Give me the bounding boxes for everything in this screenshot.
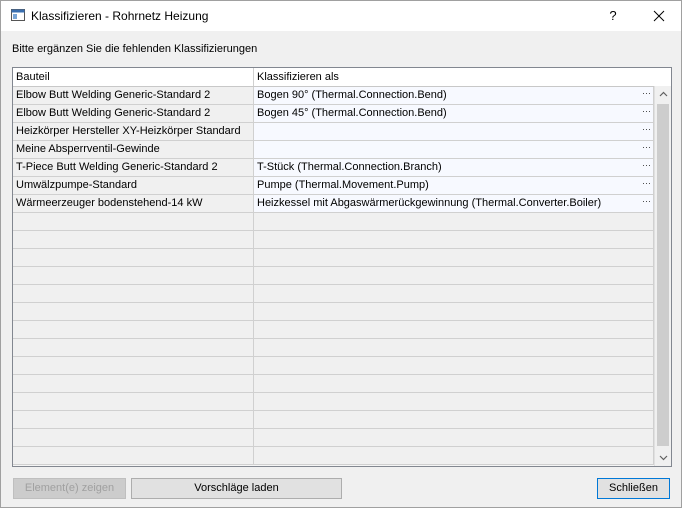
empty-cell xyxy=(254,267,654,285)
empty-cell xyxy=(254,249,654,267)
bauteil-cell[interactable]: Elbow Butt Welding Generic-Standard 2 xyxy=(13,105,254,123)
classification-cell[interactable]: Bogen 90° (Thermal.Connection.Bend) ··· xyxy=(254,87,654,105)
table-row[interactable]: Elbow Butt Welding Generic-Standard 2 Bog… xyxy=(13,87,654,105)
empty-cell xyxy=(254,393,654,411)
browse-classification-button[interactable]: ··· xyxy=(641,88,652,103)
classification-cell[interactable]: Bogen 45° (Thermal.Connection.Bend) ··· xyxy=(254,105,654,123)
empty-row xyxy=(13,375,654,393)
dialog-icon xyxy=(11,9,25,21)
classification-cell[interactable]: Heizkessel mit Abgaswärmerückgewinnung (… xyxy=(254,195,654,213)
browse-classification-button[interactable]: ··· xyxy=(641,106,652,121)
header-corner xyxy=(654,68,671,87)
column-header-bauteil[interactable]: Bauteil xyxy=(13,68,254,86)
empty-cell xyxy=(254,321,654,339)
empty-cell xyxy=(13,285,254,303)
table-row[interactable]: T-Piece Butt Welding Generic-Standard 2T… xyxy=(13,159,654,177)
empty-cell xyxy=(13,231,254,249)
empty-row xyxy=(13,321,654,339)
table-row[interactable]: Umwälzpumpe-Standard Pumpe (Thermal.Movem… xyxy=(13,177,654,195)
window-title: Klassifizieren - Rohrnetz Heizung xyxy=(31,9,209,23)
browse-classification-button[interactable]: ··· xyxy=(641,142,652,157)
classification-cell[interactable]: ··· xyxy=(254,141,654,159)
empty-cell xyxy=(254,411,654,429)
empty-cell xyxy=(13,411,254,429)
chevron-up-icon xyxy=(659,91,668,97)
scroll-up-button[interactable] xyxy=(655,86,671,103)
empty-row xyxy=(13,303,654,321)
help-button[interactable]: ? xyxy=(601,5,625,27)
empty-cell xyxy=(254,339,654,357)
empty-row xyxy=(13,249,654,267)
classification-cell[interactable]: ··· xyxy=(254,123,654,141)
empty-row xyxy=(13,231,654,249)
bauteil-cell[interactable]: Wärmeerzeuger bodenstehend-14 kW xyxy=(13,195,254,213)
classification-value: Bogen 90° (Thermal.Connection.Bend) xyxy=(257,89,447,101)
empty-cell xyxy=(13,375,254,393)
empty-row xyxy=(13,267,654,285)
table-row[interactable]: Wärmeerzeuger bodenstehend-14 kW Heizkess… xyxy=(13,195,654,213)
empty-cell xyxy=(254,447,654,465)
vertical-scrollbar[interactable] xyxy=(654,86,671,466)
empty-cell xyxy=(254,375,654,393)
empty-row xyxy=(13,213,654,231)
table-row[interactable]: Heizkörper Hersteller XY-Heizkörper Stan… xyxy=(13,123,654,141)
empty-cell xyxy=(254,303,654,321)
empty-cell xyxy=(13,357,254,375)
classification-value: Bogen 45° (Thermal.Connection.Bend) xyxy=(257,107,447,119)
grid-header: Bauteil Klassifizieren als xyxy=(13,68,654,87)
empty-cell xyxy=(13,213,254,231)
classification-value: T-Stück (Thermal.Connection.Branch) xyxy=(257,161,442,173)
empty-cell xyxy=(254,285,654,303)
empty-row xyxy=(13,411,654,429)
empty-cell xyxy=(254,213,654,231)
scroll-down-button[interactable] xyxy=(655,449,671,466)
empty-cell xyxy=(254,231,654,249)
classification-value: Pumpe (Thermal.Movement.Pump) xyxy=(257,179,429,191)
empty-cell xyxy=(13,303,254,321)
empty-cell xyxy=(13,429,254,447)
empty-row xyxy=(13,285,654,303)
title-bar: Klassifizieren - Rohrnetz Heizung ? xyxy=(1,1,681,31)
classification-cell[interactable]: T-Stück (Thermal.Connection.Branch) ··· xyxy=(254,159,654,177)
close-window-button[interactable] xyxy=(641,3,677,29)
empty-row xyxy=(13,429,654,447)
empty-cell xyxy=(13,339,254,357)
close-button[interactable]: Schließen xyxy=(597,478,670,499)
empty-cell xyxy=(13,267,254,285)
empty-cell xyxy=(254,429,654,447)
bauteil-cell[interactable]: Heizkörper Hersteller XY-Heizkörper Stan… xyxy=(13,123,254,141)
browse-classification-button[interactable]: ··· xyxy=(641,178,652,193)
show-elements-button[interactable]: Element(e) zeigen xyxy=(13,478,126,499)
classification-grid[interactable]: Bauteil Klassifizieren als Elbow Butt We… xyxy=(12,67,672,467)
empty-cell xyxy=(13,249,254,267)
classify-dialog: Klassifizieren - Rohrnetz Heizung ? Bitt… xyxy=(0,0,682,508)
table-row[interactable]: Meine Absperrventil-Gewinde ··· xyxy=(13,141,654,159)
bauteil-cell[interactable]: T-Piece Butt Welding Generic-Standard 2 xyxy=(13,159,254,177)
empty-row xyxy=(13,357,654,375)
load-suggestions-button[interactable]: Vorschläge laden xyxy=(131,478,342,499)
empty-cell xyxy=(13,447,254,465)
empty-row xyxy=(13,447,654,465)
bauteil-cell[interactable]: Meine Absperrventil-Gewinde xyxy=(13,141,254,159)
instruction-text: Bitte ergänzen Sie die fehlenden Klassif… xyxy=(12,43,258,55)
browse-classification-button[interactable]: ··· xyxy=(641,160,652,175)
classification-value: Heizkessel mit Abgaswärmerückgewinnung (… xyxy=(257,197,602,209)
browse-classification-button[interactable]: ··· xyxy=(641,196,652,211)
chevron-down-icon xyxy=(659,455,668,461)
classification-cell[interactable]: Pumpe (Thermal.Movement.Pump) ··· xyxy=(254,177,654,195)
browse-classification-button[interactable]: ··· xyxy=(641,124,652,139)
close-icon xyxy=(653,10,665,22)
table-row[interactable]: Elbow Butt Welding Generic-Standard 2 Bog… xyxy=(13,105,654,123)
scroll-thumb[interactable] xyxy=(657,104,669,446)
bauteil-cell[interactable]: Umwälzpumpe-Standard xyxy=(13,177,254,195)
empty-row xyxy=(13,393,654,411)
empty-cell xyxy=(13,393,254,411)
empty-row xyxy=(13,339,654,357)
empty-cell xyxy=(13,321,254,339)
column-header-klassifizieren[interactable]: Klassifizieren als xyxy=(254,68,654,86)
bauteil-cell[interactable]: Elbow Butt Welding Generic-Standard 2 xyxy=(13,87,254,105)
empty-cell xyxy=(254,357,654,375)
